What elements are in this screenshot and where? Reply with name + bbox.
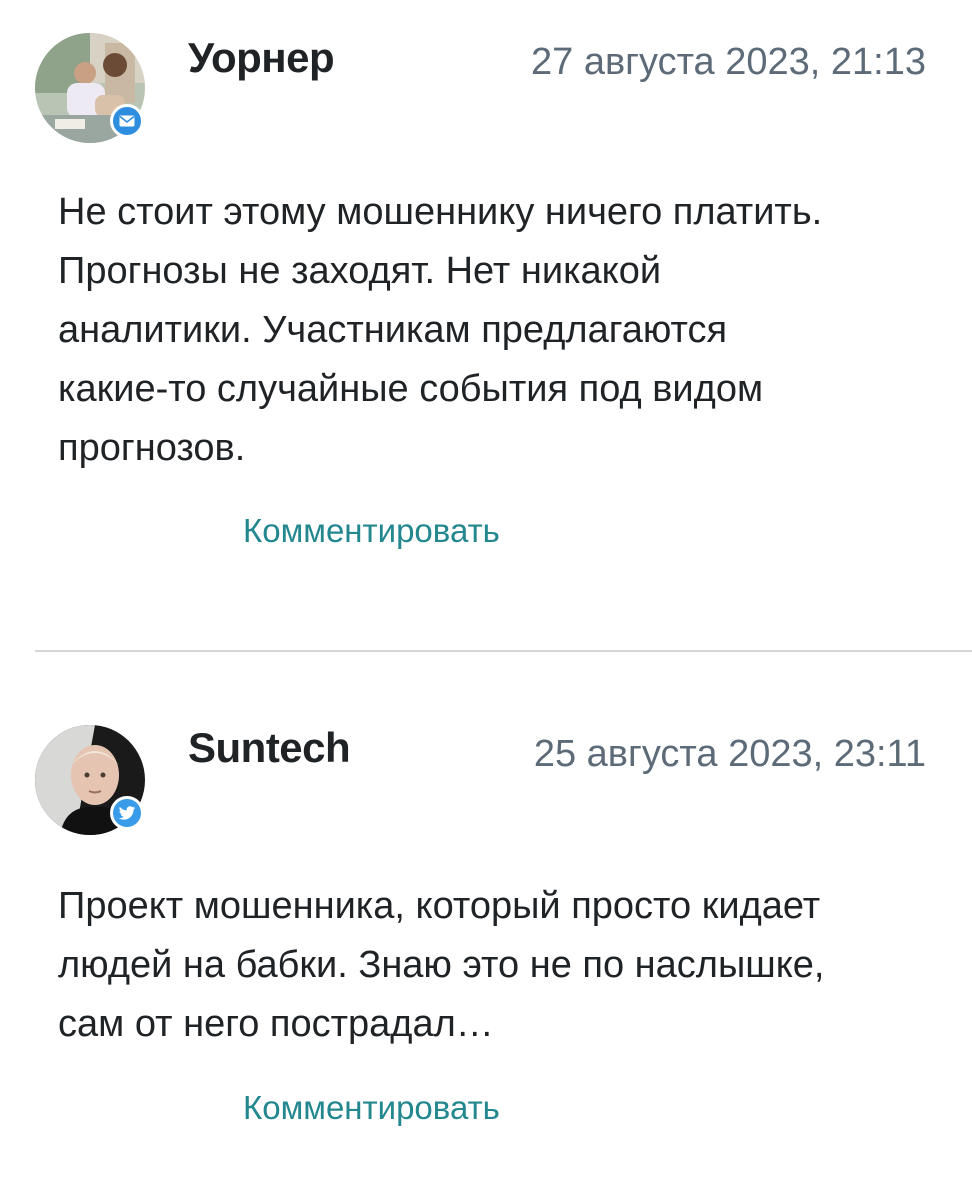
reply-link[interactable]: Комментировать — [243, 1089, 500, 1127]
comment-item: Suntech 25 августа 2023, 23:11 Проект мо… — [0, 652, 972, 1185]
mail-icon — [110, 104, 144, 138]
reply-link[interactable]: Комментировать — [243, 512, 500, 550]
comment-text: Проект мошенника, который просто кидает … — [58, 885, 825, 1045]
comment-date: 25 августа 2023, 23:11 — [533, 733, 926, 775]
twitter-bird-icon — [110, 796, 144, 830]
comment-author[interactable]: Уорнер — [188, 34, 335, 82]
comment-date: 27 августа 2023, 21:13 — [531, 41, 926, 83]
comment-item: Уорнер 27 августа 2023, 21:13 Не стоит э… — [0, 0, 972, 650]
comment-author[interactable]: Suntech — [188, 724, 351, 772]
comment-text: Не стоит этому мошеннику ничего платить.… — [58, 191, 823, 469]
